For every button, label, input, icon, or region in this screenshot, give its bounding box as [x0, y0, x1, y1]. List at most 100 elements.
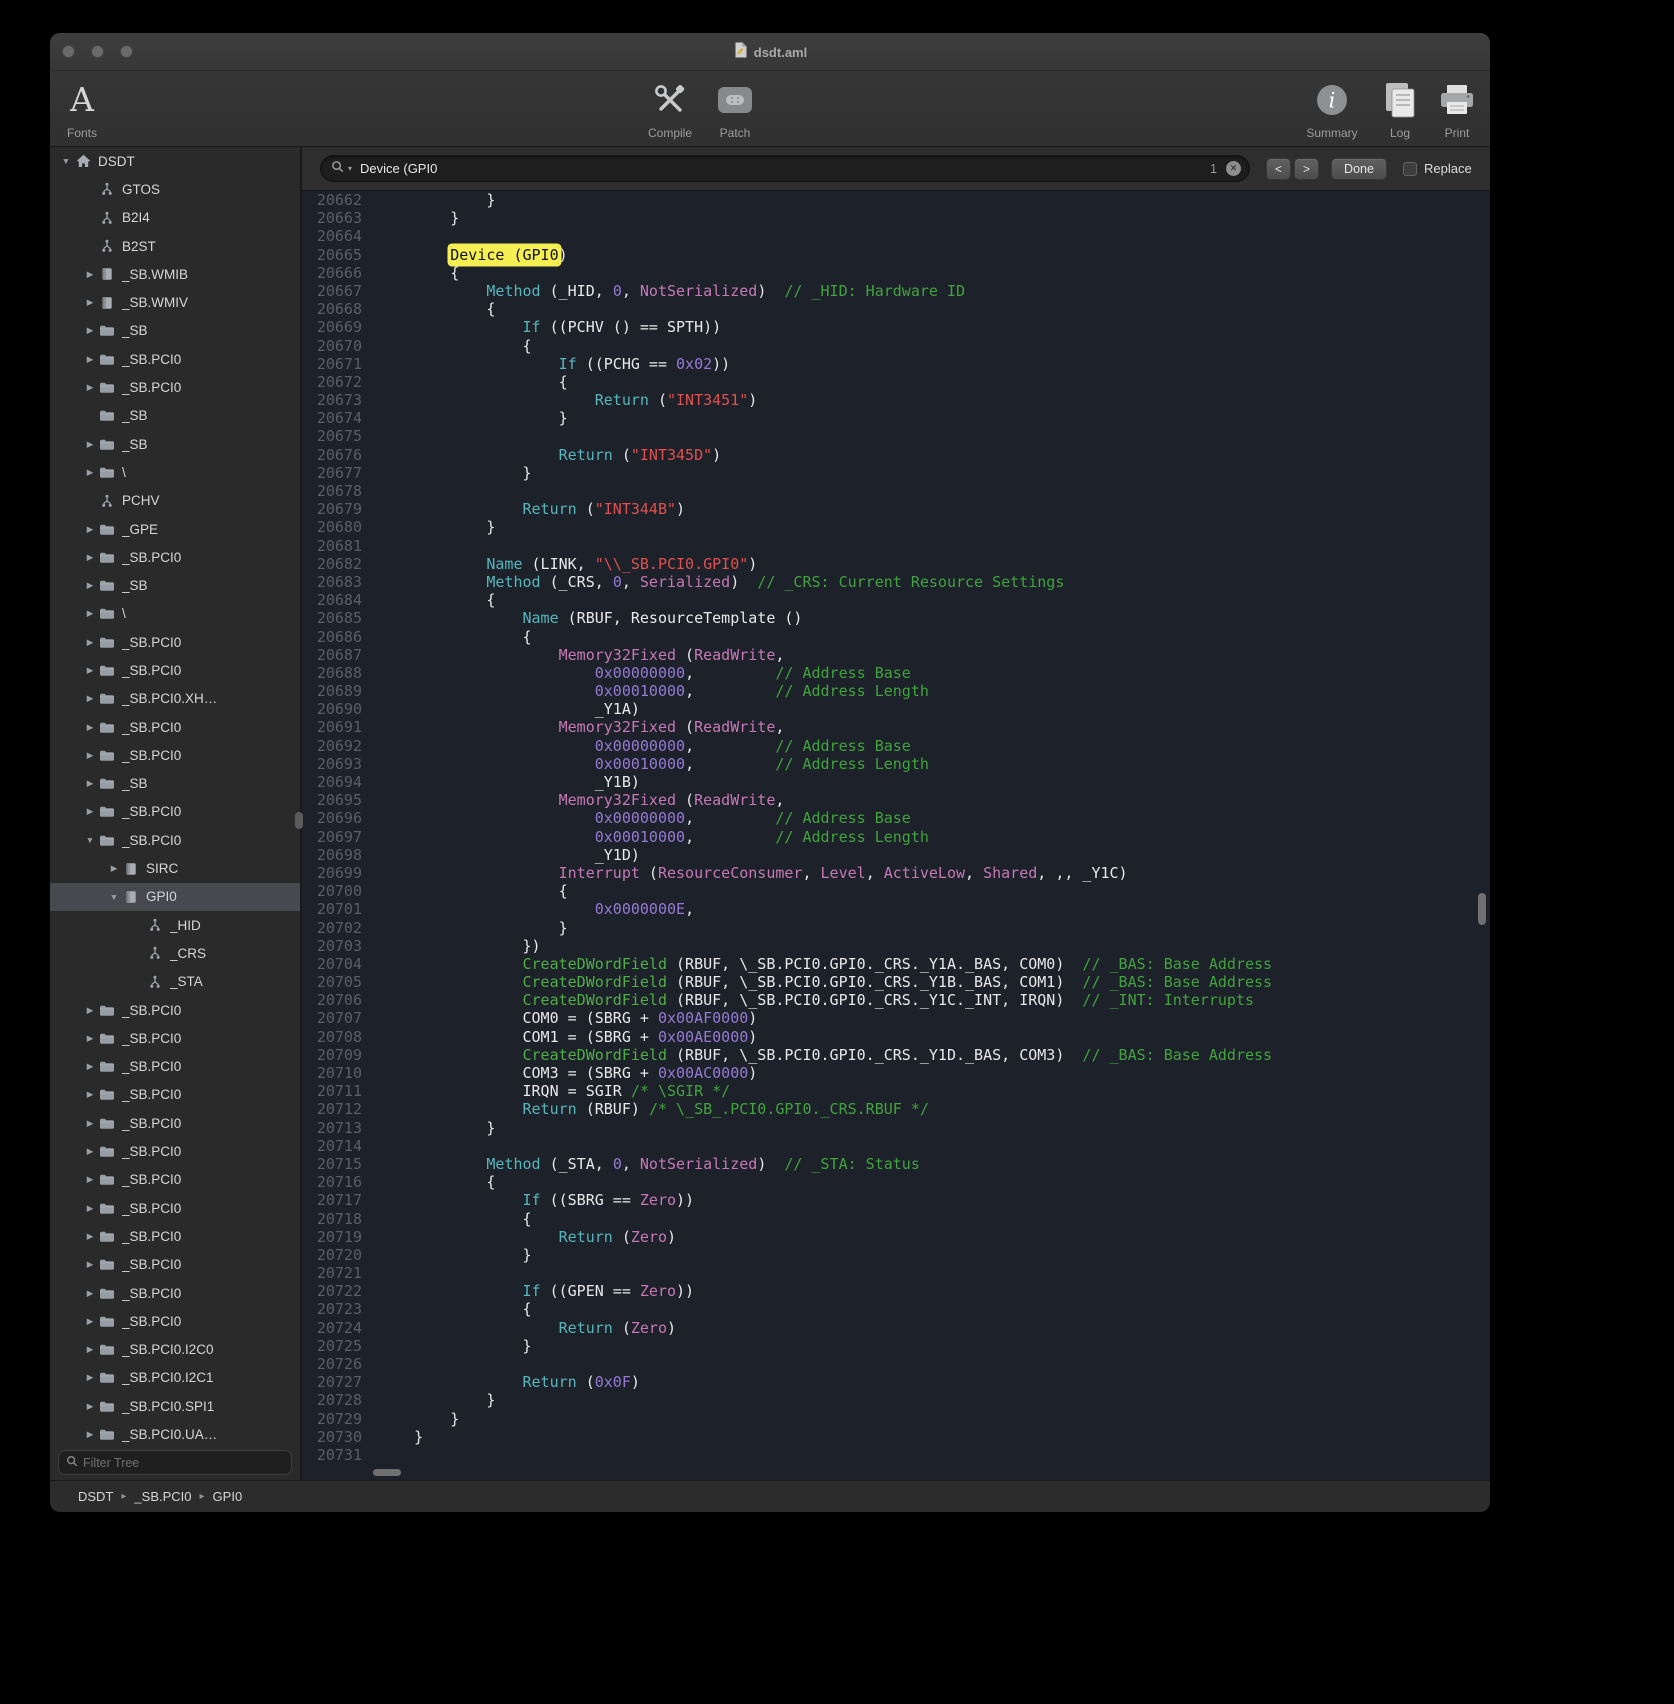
tree-item-sbpci0[interactable]: ▶_SB.PCI0 — [50, 1137, 300, 1165]
fonts-button[interactable]: A Fonts — [50, 74, 114, 144]
log-button[interactable]: Log — [1375, 74, 1425, 144]
disclosure-right-icon[interactable]: ▶ — [82, 1316, 98, 1327]
disclosure-right-icon[interactable]: ▶ — [82, 1061, 98, 1072]
tree-item-hid[interactable]: _HID — [50, 911, 300, 939]
tree-item-crs[interactable]: _CRS — [50, 939, 300, 967]
disclosure-right-icon[interactable]: ▶ — [82, 1174, 98, 1185]
find-query-input[interactable] — [360, 161, 1206, 176]
tree-item-gpi0[interactable]: ▼GPI0 — [50, 883, 300, 911]
vertical-scrollbar-thumb[interactable] — [1478, 893, 1486, 925]
tree-item-sbpci0[interactable]: ▶_SB.PCI0 — [50, 741, 300, 769]
tree-item-root[interactable]: ▶\ — [50, 458, 300, 486]
breadcrumb-item[interactable]: GPI0 — [213, 1489, 243, 1504]
tree-item-sbpci0[interactable]: ▶_SB.PCI0 — [50, 373, 300, 401]
print-button[interactable]: Print — [1432, 74, 1482, 144]
disclosure-right-icon[interactable]: ▶ — [82, 750, 98, 761]
disclosure-right-icon[interactable]: ▶ — [82, 1118, 98, 1129]
disclosure-right-icon[interactable]: ▶ — [82, 524, 98, 535]
tree-item-sbpci0spi1[interactable]: ▶_SB.PCI0.SPI1 — [50, 1392, 300, 1420]
disclosure-down-icon[interactable]: ▼ — [82, 835, 98, 845]
code-editor[interactable]: 20662 }20663 }2066420665 Device (GPI0)20… — [302, 191, 1490, 1480]
disclosure-right-icon[interactable]: ▶ — [106, 863, 122, 874]
disclosure-right-icon[interactable]: ▶ — [82, 467, 98, 478]
summary-button[interactable]: i Summary — [1294, 74, 1370, 144]
disclosure-right-icon[interactable]: ▶ — [82, 552, 98, 563]
breadcrumb-item[interactable]: _SB.PCI0 — [134, 1489, 191, 1504]
tree-item-sb[interactable]: ▶_SB — [50, 317, 300, 345]
disclosure-right-icon[interactable]: ▶ — [82, 1005, 98, 1016]
tree-item-sbpci0[interactable]: ▶_SB.PCI0 — [50, 1222, 300, 1250]
done-button[interactable]: Done — [1331, 158, 1387, 180]
disclosure-right-icon[interactable]: ▶ — [82, 1146, 98, 1157]
tree-item-sbpci0xh[interactable]: ▶_SB.PCI0.XH… — [50, 685, 300, 713]
disclosure-right-icon[interactable]: ▶ — [82, 1231, 98, 1242]
sidebar-tree[interactable]: ▼DSDTGTOSB2I4B2ST▶_SB.WMIB▶_SB.WMIV▶_SB▶… — [50, 147, 300, 1446]
tree-item-gpe[interactable]: ▶_GPE — [50, 515, 300, 543]
disclosure-right-icon[interactable]: ▶ — [82, 1288, 98, 1299]
tree-item-sirc[interactable]: ▶SIRC — [50, 854, 300, 882]
find-previous-button[interactable]: < — [1266, 158, 1291, 180]
disclosure-right-icon[interactable]: ▶ — [82, 1259, 98, 1270]
tree-item-sbpci0[interactable]: ▶_SB.PCI0 — [50, 628, 300, 656]
pane-splitter-handle[interactable] — [295, 812, 303, 829]
breadcrumb-item[interactable]: DSDT — [78, 1489, 113, 1504]
search-menu-chevron-icon[interactable]: ▾ — [348, 164, 352, 173]
disclosure-right-icon[interactable]: ▶ — [82, 693, 98, 704]
disclosure-right-icon[interactable]: ▶ — [82, 325, 98, 336]
disclosure-down-icon[interactable]: ▼ — [106, 892, 122, 902]
tree-item-sbwmiv[interactable]: ▶_SB.WMIV — [50, 288, 300, 316]
disclosure-right-icon[interactable]: ▶ — [82, 439, 98, 450]
tree-item-sb[interactable]: _SB — [50, 402, 300, 430]
tree-item-sbpci0[interactable]: ▶_SB.PCI0 — [50, 996, 300, 1024]
patch-button[interactable]: Patch — [705, 74, 765, 144]
tree-item-sbpci0[interactable]: ▶_SB.PCI0 — [50, 543, 300, 571]
tree-item-sbpci0[interactable]: ▶_SB.PCI0 — [50, 1024, 300, 1052]
tree-item-sbpci0[interactable]: ▶_SB.PCI0 — [50, 1109, 300, 1137]
disclosure-right-icon[interactable]: ▶ — [82, 778, 98, 789]
disclosure-right-icon[interactable]: ▶ — [82, 1372, 98, 1383]
disclosure-right-icon[interactable]: ▶ — [82, 382, 98, 393]
replace-checkbox[interactable] — [1403, 162, 1417, 176]
tree-item-sb[interactable]: ▶_SB — [50, 770, 300, 798]
disclosure-right-icon[interactable]: ▶ — [82, 269, 98, 280]
tree-item-sbpci0[interactable]: ▶_SB.PCI0 — [50, 1053, 300, 1081]
tree-item-dsdt[interactable]: ▼DSDT — [50, 147, 300, 175]
disclosure-right-icon[interactable]: ▶ — [82, 580, 98, 591]
tree-item-b2st[interactable]: B2ST — [50, 232, 300, 260]
disclosure-down-icon[interactable]: ▼ — [58, 156, 74, 166]
tree-item-sbpci0[interactable]: ▶_SB.PCI0 — [50, 1081, 300, 1109]
tree-item-sbpci0[interactable]: ▶_SB.PCI0 — [50, 345, 300, 373]
tree-item-sbpci0ua[interactable]: ▶_SB.PCI0.UA… — [50, 1420, 300, 1446]
disclosure-right-icon[interactable]: ▶ — [82, 1344, 98, 1355]
tree-item-b2i4[interactable]: B2I4 — [50, 204, 300, 232]
tree-item-sbpci0[interactable]: ▶_SB.PCI0 — [50, 1166, 300, 1194]
tree-item-sbwmib[interactable]: ▶_SB.WMIB — [50, 260, 300, 288]
clear-search-icon[interactable]: ✕ — [1226, 161, 1241, 176]
disclosure-right-icon[interactable]: ▶ — [82, 665, 98, 676]
disclosure-right-icon[interactable]: ▶ — [82, 1203, 98, 1214]
disclosure-right-icon[interactable]: ▶ — [82, 806, 98, 817]
horizontal-scrollbar-thumb[interactable] — [373, 1469, 401, 1476]
tree-item-sbpci0i2c1[interactable]: ▶_SB.PCI0.I2C1 — [50, 1364, 300, 1392]
disclosure-right-icon[interactable]: ▶ — [82, 297, 98, 308]
tree-item-sbpci0[interactable]: ▶_SB.PCI0 — [50, 713, 300, 741]
disclosure-right-icon[interactable]: ▶ — [82, 637, 98, 648]
tree-item-sbpci0[interactable]: ▶_SB.PCI0 — [50, 1307, 300, 1335]
tree-item-sbpci0[interactable]: ▶_SB.PCI0 — [50, 656, 300, 684]
disclosure-right-icon[interactable]: ▶ — [82, 1033, 98, 1044]
tree-item-sbpci0[interactable]: ▶_SB.PCI0 — [50, 1279, 300, 1307]
tree-item-root[interactable]: ▶\ — [50, 600, 300, 628]
filter-tree-field[interactable] — [58, 1450, 292, 1475]
tree-item-sbpci0i2c0[interactable]: ▶_SB.PCI0.I2C0 — [50, 1335, 300, 1363]
tree-item-sbpci0[interactable]: ▼_SB.PCI0 — [50, 826, 300, 854]
disclosure-right-icon[interactable]: ▶ — [82, 1429, 98, 1440]
tree-item-sb[interactable]: ▶_SB — [50, 571, 300, 599]
disclosure-right-icon[interactable]: ▶ — [82, 1089, 98, 1100]
disclosure-right-icon[interactable]: ▶ — [82, 608, 98, 619]
find-field[interactable]: ▾ 1 ✕ — [320, 155, 1250, 182]
tree-item-gtos[interactable]: GTOS — [50, 175, 300, 203]
disclosure-right-icon[interactable]: ▶ — [82, 1401, 98, 1412]
tree-item-sbpci0[interactable]: ▶_SB.PCI0 — [50, 798, 300, 826]
disclosure-right-icon[interactable]: ▶ — [82, 354, 98, 365]
compile-button[interactable]: Compile — [632, 74, 708, 144]
